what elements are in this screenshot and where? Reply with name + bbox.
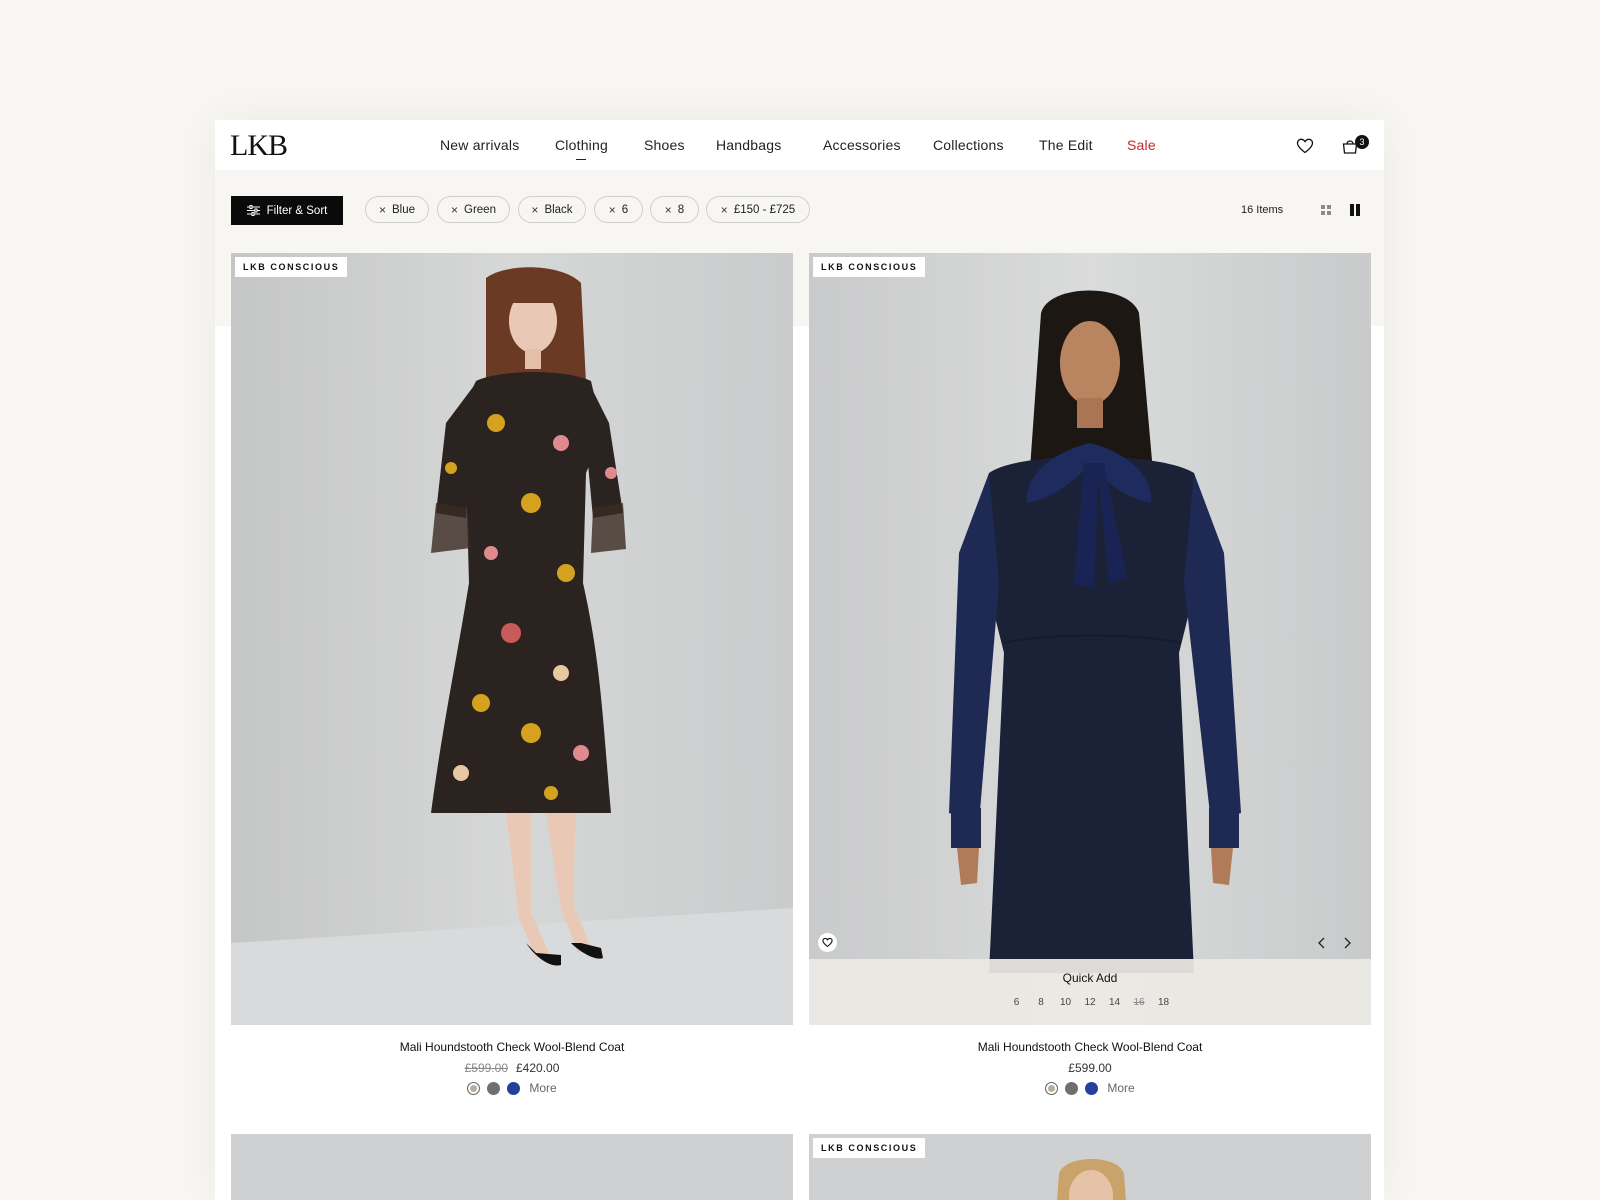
filter-chip-price[interactable]: × £150 - £725: [706, 196, 810, 223]
filter-chip-black[interactable]: × Black: [518, 196, 586, 223]
size-option[interactable]: 18: [1151, 997, 1176, 1008]
product-name[interactable]: Mali Houndstooth Check Wool-Blend Coat: [231, 1040, 793, 1054]
original-price: £599.00: [464, 1061, 508, 1075]
swatch-2[interactable]: [1065, 1081, 1079, 1095]
chevron-right-icon[interactable]: [1340, 936, 1354, 950]
nav-shoes[interactable]: Shoes: [644, 137, 685, 153]
sliders-icon: [246, 205, 260, 216]
nav-the-edit[interactable]: The Edit: [1039, 137, 1093, 153]
swatch-3[interactable]: [1085, 1081, 1099, 1095]
chip-label: Black: [544, 203, 573, 216]
nav-handbags[interactable]: Handbags: [716, 137, 781, 153]
filter-chip-size-8[interactable]: × 8: [650, 196, 699, 223]
close-icon[interactable]: ×: [451, 203, 458, 217]
close-icon[interactable]: ×: [665, 203, 672, 217]
chip-label: 8: [677, 203, 685, 216]
price: £599.00: [1068, 1061, 1112, 1075]
main-nav: New arrivals Clothing Shoes Handbags Acc…: [215, 120, 1384, 170]
product-card[interactable]: LKB CONSCIOUS Quick Add 6 8 10 12 14 16: [809, 253, 1371, 1095]
size-options: 6 8 10 12 14 16 18: [809, 997, 1371, 1008]
chip-label: Blue: [391, 203, 416, 216]
filter-chip-size-6[interactable]: × 6: [594, 196, 643, 223]
site-header: LKB New arrivals Clothing Shoes Handbags…: [215, 120, 1384, 170]
close-icon[interactable]: ×: [721, 203, 728, 217]
product-image[interactable]: LKB CONSCIOUS: [809, 1134, 1371, 1200]
nav-clothing[interactable]: Clothing: [555, 137, 608, 160]
sale-price: £420.00: [516, 1061, 560, 1075]
chip-label: 6: [621, 203, 629, 216]
navy-dress-photo: [809, 253, 1371, 1025]
cart-count-badge: 3: [1355, 135, 1369, 149]
quick-add-panel: Quick Add 6 8 10 12 14 16 18: [809, 959, 1371, 1025]
close-icon[interactable]: ×: [609, 203, 616, 217]
close-icon[interactable]: ×: [379, 203, 386, 217]
nav-collections[interactable]: Collections: [933, 137, 1004, 153]
nav-accessories[interactable]: Accessories: [823, 137, 901, 153]
product-card[interactable]: LKB CONSCIOUS Mali Houndstooth Check Woo…: [231, 253, 793, 1095]
close-icon[interactable]: ×: [531, 203, 538, 217]
product-image[interactable]: LKB CONSCIOUS: [231, 253, 793, 1025]
swatch-1[interactable]: [467, 1081, 481, 1095]
items-count: 16 Items: [1241, 204, 1284, 216]
size-option[interactable]: 8: [1029, 997, 1054, 1008]
product-card[interactable]: [231, 1134, 793, 1200]
filter-sort-button[interactable]: Filter & Sort: [231, 196, 343, 225]
product-card[interactable]: LKB CONSCIOUS: [809, 1134, 1371, 1200]
browser-page: LKB New arrivals Clothing Shoes Handbags…: [215, 120, 1384, 1200]
swatch-2[interactable]: [487, 1081, 501, 1095]
lkb-conscious-badge: LKB CONSCIOUS: [235, 257, 348, 277]
swatch-1[interactable]: [1045, 1081, 1059, 1095]
quick-add-title: Quick Add: [1062, 971, 1118, 985]
size-option-unavailable: 16: [1133, 997, 1145, 1008]
heart-icon[interactable]: [1296, 137, 1314, 155]
filter-chip-green[interactable]: × Green: [437, 196, 510, 223]
filter-chip-blue[interactable]: × Blue: [365, 196, 429, 223]
product-image[interactable]: [231, 1134, 793, 1200]
product-name[interactable]: Mali Houndstooth Check Wool-Blend Coat: [809, 1040, 1371, 1054]
lkb-conscious-badge: LKB CONSCIOUS: [813, 257, 926, 277]
chevron-left-icon[interactable]: [1315, 936, 1329, 950]
color-swatches: More: [809, 1081, 1371, 1095]
color-swatches: More: [231, 1081, 793, 1095]
more-colors-link[interactable]: More: [1107, 1081, 1134, 1095]
nav-new-arrivals[interactable]: New arrivals: [440, 137, 519, 153]
floral-dress-photo: [231, 253, 793, 1025]
product-image[interactable]: LKB CONSCIOUS Quick Add 6 8 10 12 14 16: [809, 253, 1371, 1025]
product-price: £599.00: [809, 1061, 1371, 1075]
more-colors-link[interactable]: More: [529, 1081, 556, 1095]
grid-4-icon[interactable]: [1319, 203, 1333, 217]
lkb-conscious-badge: LKB CONSCIOUS: [813, 1138, 926, 1158]
grid-2-icon[interactable]: [1348, 203, 1362, 217]
filter-sort-label: Filter & Sort: [266, 204, 328, 217]
chip-label: Green: [464, 203, 496, 216]
size-option[interactable]: 12: [1078, 997, 1103, 1008]
size-option[interactable]: 10: [1053, 997, 1078, 1008]
swatch-3[interactable]: [507, 1081, 521, 1095]
size-option[interactable]: 14: [1102, 997, 1127, 1008]
size-option[interactable]: 6: [1004, 997, 1029, 1008]
product-price: £599.00 £420.00: [231, 1061, 793, 1075]
nav-sale[interactable]: Sale: [1127, 137, 1156, 153]
wishlist-heart-icon[interactable]: [818, 933, 837, 952]
chip-label: £150 - £725: [733, 203, 796, 216]
